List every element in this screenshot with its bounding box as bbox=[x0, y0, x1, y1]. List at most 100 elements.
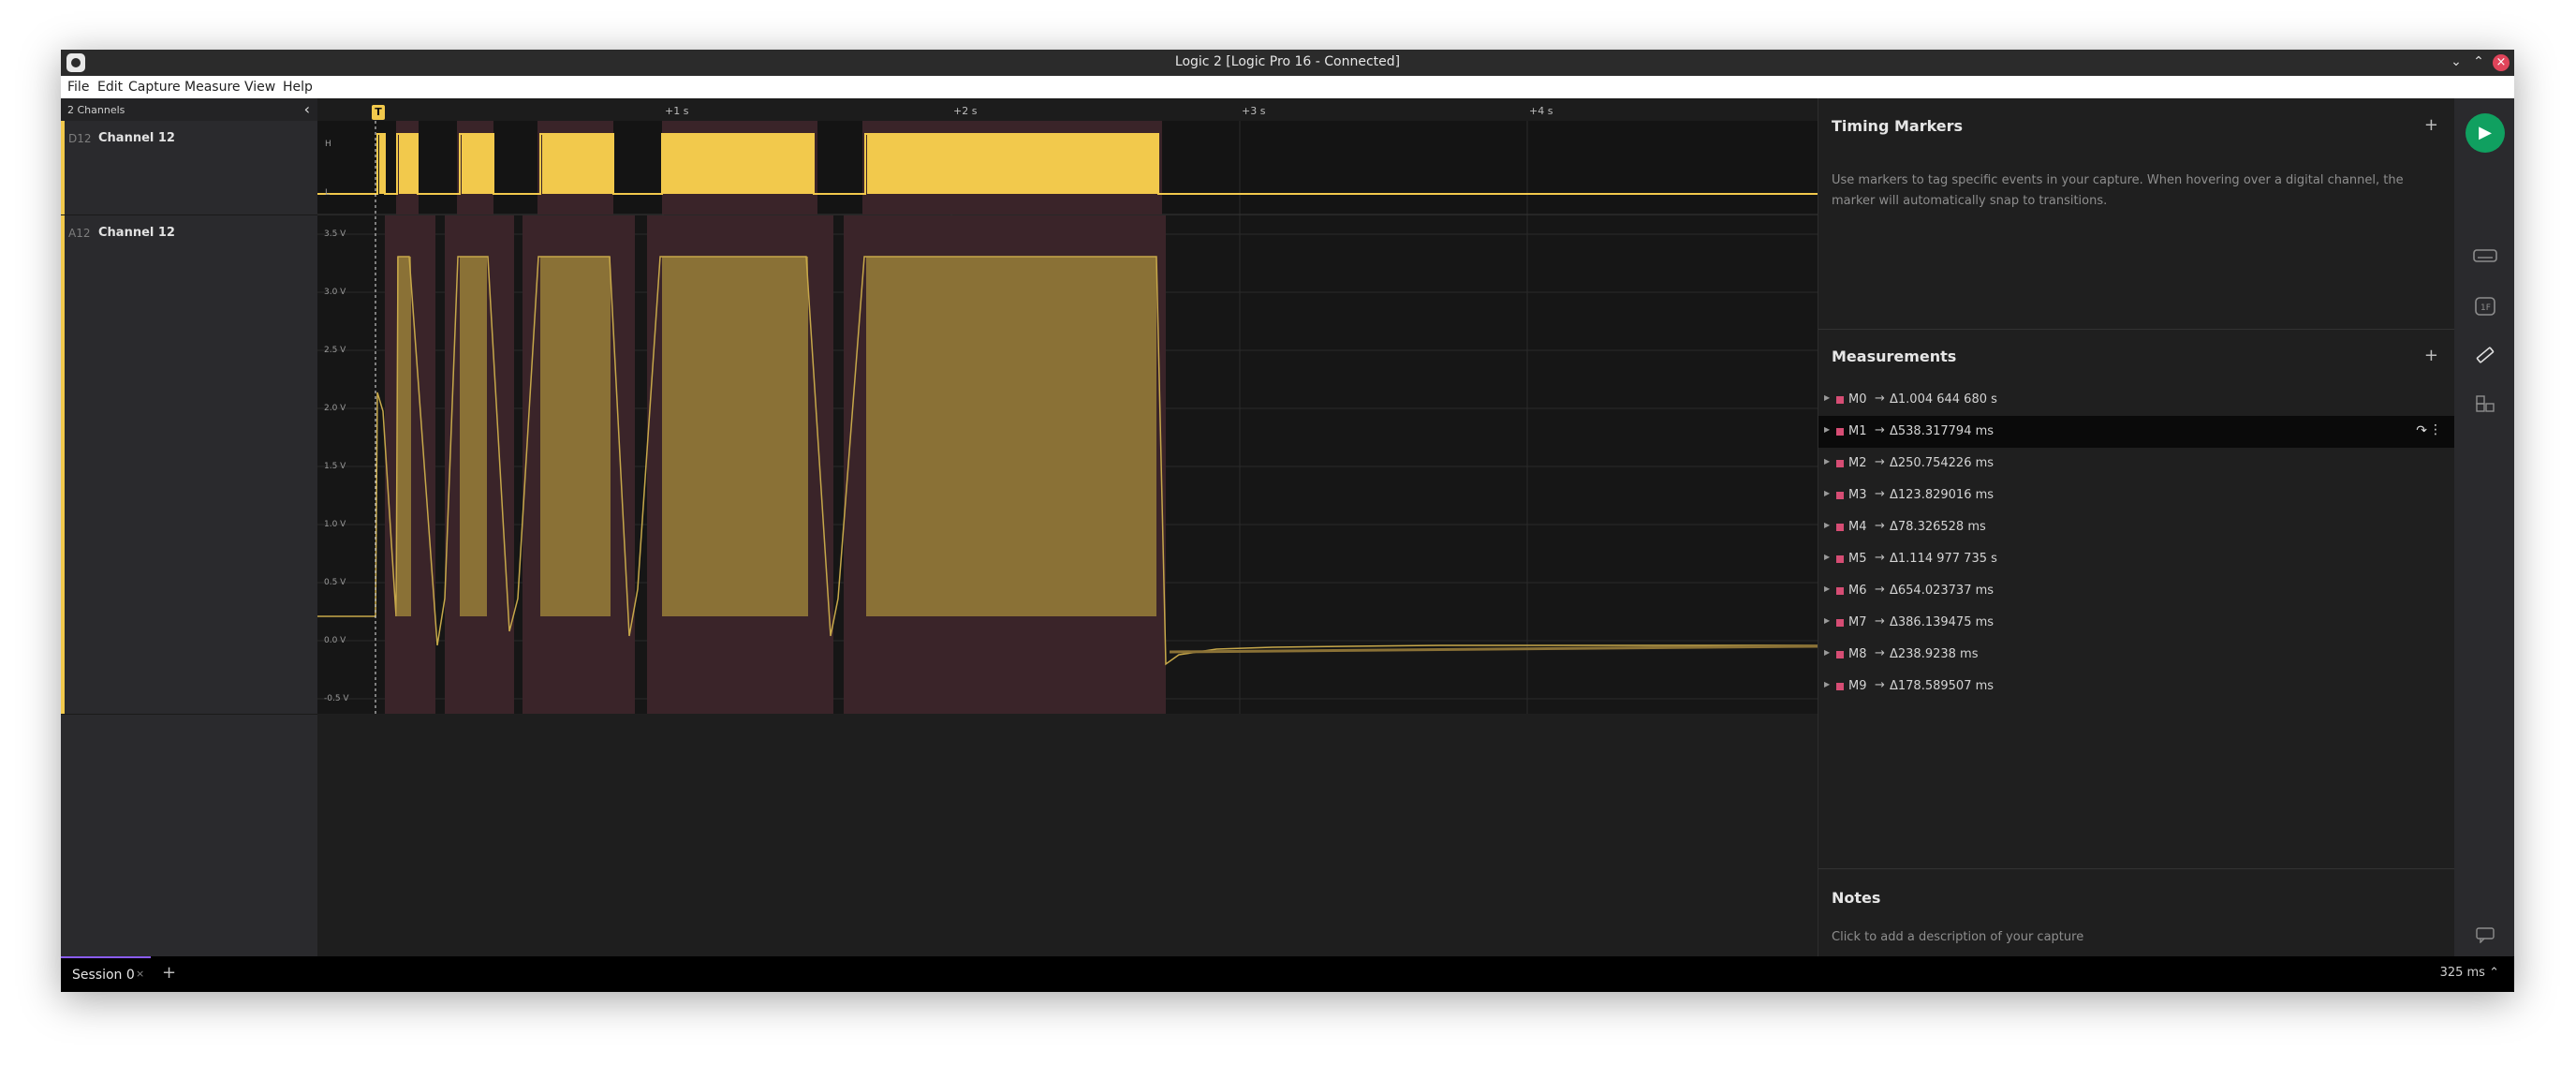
channel-tag: D12 bbox=[68, 132, 92, 145]
close-session-icon[interactable]: × bbox=[136, 968, 144, 980]
arrow-icon: → bbox=[1875, 423, 1885, 437]
measurement-name: M0 bbox=[1848, 392, 1867, 407]
session-tab-label: Session 0 bbox=[72, 968, 135, 983]
channel-row-digital[interactable]: D12 Channel 12 bbox=[61, 121, 317, 215]
expand-caret-icon[interactable]: ▶ bbox=[1824, 584, 1830, 593]
measurement-value: Δ250.754226 ms bbox=[1890, 456, 1995, 470]
measurement-row-m8[interactable]: ▶ M8 → Δ238.9238 ms bbox=[1818, 639, 2455, 671]
measurement-row-m5[interactable]: ▶ M5 → Δ1.114 977 735 s bbox=[1818, 543, 2455, 575]
channel-name[interactable]: Channel 12 bbox=[98, 226, 175, 240]
analog-y-tick: -0.5 V bbox=[324, 694, 349, 703]
zoom-level[interactable]: 325 ms ⌃ bbox=[2440, 966, 2499, 980]
side-panel: Timing Markers + Use markers to tag spec… bbox=[1818, 98, 2455, 992]
timing-markers-title: Timing Markers bbox=[1832, 117, 1964, 135]
measurement-color-swatch bbox=[1836, 619, 1844, 627]
arrow-icon: → bbox=[1875, 455, 1885, 469]
menu-edit[interactable]: Edit bbox=[97, 80, 123, 95]
digital-level-high: H bbox=[325, 140, 331, 149]
analog-y-tick: 2.0 V bbox=[324, 404, 346, 413]
arrow-icon: → bbox=[1875, 678, 1885, 692]
menu-capture[interactable]: Capture bbox=[128, 80, 181, 95]
add-session-button[interactable]: + bbox=[162, 963, 176, 983]
arrow-icon: → bbox=[1875, 646, 1885, 660]
waveform-area[interactable]: T +1 s +2 s +3 s +4 s H L 3.5 V 3.0 V 2.… bbox=[317, 98, 1818, 992]
menu-help[interactable]: Help bbox=[283, 80, 313, 95]
channel-color-bar bbox=[61, 215, 65, 714]
time-ruler[interactable]: T +1 s +2 s +3 s +4 s bbox=[317, 98, 1818, 121]
time-tick: +4 s bbox=[1529, 105, 1553, 117]
measurement-color-swatch bbox=[1836, 587, 1844, 595]
menu-view[interactable]: View bbox=[244, 80, 275, 95]
timing-markers-hint: Use markers to tag specific events in yo… bbox=[1832, 173, 2404, 208]
expand-caret-icon[interactable]: ▶ bbox=[1824, 521, 1830, 529]
expand-caret-icon[interactable]: ▶ bbox=[1824, 616, 1830, 625]
measurement-row-m9[interactable]: ▶ M9 → Δ178.589507 ms bbox=[1818, 671, 2455, 703]
analog-burst bbox=[866, 257, 1156, 616]
expand-caret-icon[interactable]: ▶ bbox=[1824, 553, 1830, 561]
title-bar: Logic 2 [Logic Pro 16 - Connected] ⌄ ⌃ × bbox=[61, 50, 2514, 76]
session-tab[interactable]: Session 0 × bbox=[61, 956, 151, 992]
measurement-row-m2[interactable]: ▶ M2 → Δ250.754226 ms bbox=[1818, 448, 2455, 480]
goto-measurement-icon[interactable]: ↷ bbox=[2416, 423, 2427, 438]
trigger-marker[interactable]: T bbox=[372, 105, 385, 120]
collapse-panel-icon[interactable]: ‹ bbox=[304, 100, 310, 118]
channel-row-analog[interactable]: A12 Channel 12 bbox=[61, 215, 317, 715]
menu-measure[interactable]: Measure bbox=[184, 80, 241, 95]
analog-burst bbox=[662, 257, 808, 616]
analog-y-tick: 3.0 V bbox=[324, 288, 346, 297]
waveform-canvas[interactable] bbox=[317, 121, 1818, 992]
minimize-button[interactable]: ⌄ bbox=[2447, 52, 2466, 71]
expand-caret-icon[interactable]: ▶ bbox=[1824, 680, 1830, 688]
measurement-row-m6[interactable]: ▶ M6 → Δ654.023737 ms bbox=[1818, 575, 2455, 607]
digital-pulse bbox=[542, 134, 613, 194]
expand-caret-icon[interactable]: ▶ bbox=[1824, 489, 1830, 497]
start-capture-button[interactable]: ▶ bbox=[2466, 113, 2505, 153]
maximize-button[interactable]: ⌃ bbox=[2469, 52, 2488, 71]
more-options-icon[interactable]: ⋮ bbox=[2429, 422, 2442, 437]
menu-bar: File Edit Capture Measure View Help bbox=[61, 76, 2514, 98]
expand-caret-icon[interactable]: ▶ bbox=[1824, 648, 1830, 657]
analog-y-tick: 1.5 V bbox=[324, 462, 346, 471]
app-window: Logic 2 [Logic Pro 16 - Connected] ⌄ ⌃ ×… bbox=[61, 50, 2514, 992]
measurement-color-swatch bbox=[1836, 651, 1844, 658]
chat-icon[interactable] bbox=[2473, 926, 2497, 945]
measurement-color-swatch bbox=[1836, 460, 1844, 467]
measurement-row-m4[interactable]: ▶ M4 → Δ78.326528 ms bbox=[1818, 511, 2455, 543]
channel-panel: 2 Channels ‹ D12 Channel 12 A12 Channel … bbox=[61, 98, 317, 992]
measurement-row-m3[interactable]: ▶ M3 → Δ123.829016 ms bbox=[1818, 480, 2455, 511]
extensions-icon[interactable] bbox=[2473, 394, 2497, 413]
digital-pulse bbox=[462, 134, 493, 194]
add-marker-button[interactable]: + bbox=[2424, 115, 2438, 135]
measurement-row-m1[interactable]: ▶ M1 → Δ538.317794 ms ↷ ⋮ bbox=[1818, 416, 2455, 448]
measurement-name: M9 bbox=[1848, 679, 1867, 693]
notes-input[interactable]: Click to add a description of your captu… bbox=[1832, 930, 2083, 944]
measurement-value: Δ1.004 644 680 s bbox=[1890, 392, 1997, 407]
ruler-icon[interactable] bbox=[2473, 346, 2497, 364]
add-measurement-button[interactable]: + bbox=[2424, 346, 2438, 365]
menu-file[interactable]: File bbox=[67, 80, 89, 95]
digital-pulse bbox=[663, 134, 813, 194]
close-button[interactable]: × bbox=[2493, 54, 2510, 71]
measurement-color-swatch bbox=[1836, 396, 1844, 404]
expand-caret-icon[interactable]: ▶ bbox=[1824, 393, 1830, 402]
channels-header: 2 Channels ‹ bbox=[61, 98, 317, 121]
time-tick: +1 s bbox=[665, 105, 689, 117]
measurement-row-m0[interactable]: ▶ M0 → Δ1.004 644 680 s bbox=[1818, 384, 2455, 416]
measurement-value: Δ238.9238 ms bbox=[1890, 647, 1979, 661]
analog-y-tick: 0.5 V bbox=[324, 578, 346, 587]
measurement-name: M7 bbox=[1848, 615, 1867, 629]
analog-y-tick: 2.5 V bbox=[324, 346, 346, 355]
section-divider bbox=[1818, 329, 2455, 330]
channel-name[interactable]: Channel 12 bbox=[98, 131, 175, 145]
arrow-icon: → bbox=[1875, 392, 1885, 406]
device-settings-icon[interactable] bbox=[2473, 248, 2497, 267]
expand-caret-icon[interactable]: ▶ bbox=[1824, 457, 1830, 466]
measurement-color-swatch bbox=[1836, 683, 1844, 690]
play-icon: ▶ bbox=[2479, 123, 2492, 142]
measurement-value: Δ123.829016 ms bbox=[1890, 488, 1995, 502]
notes-title: Notes bbox=[1832, 889, 1881, 907]
expand-caret-icon[interactable]: ▶ bbox=[1824, 425, 1830, 434]
measurement-row-m7[interactable]: ▶ M7 → Δ386.139475 ms bbox=[1818, 607, 2455, 639]
measurement-name: M5 bbox=[1848, 552, 1867, 566]
analyzers-icon[interactable]: 1F bbox=[2473, 297, 2497, 316]
